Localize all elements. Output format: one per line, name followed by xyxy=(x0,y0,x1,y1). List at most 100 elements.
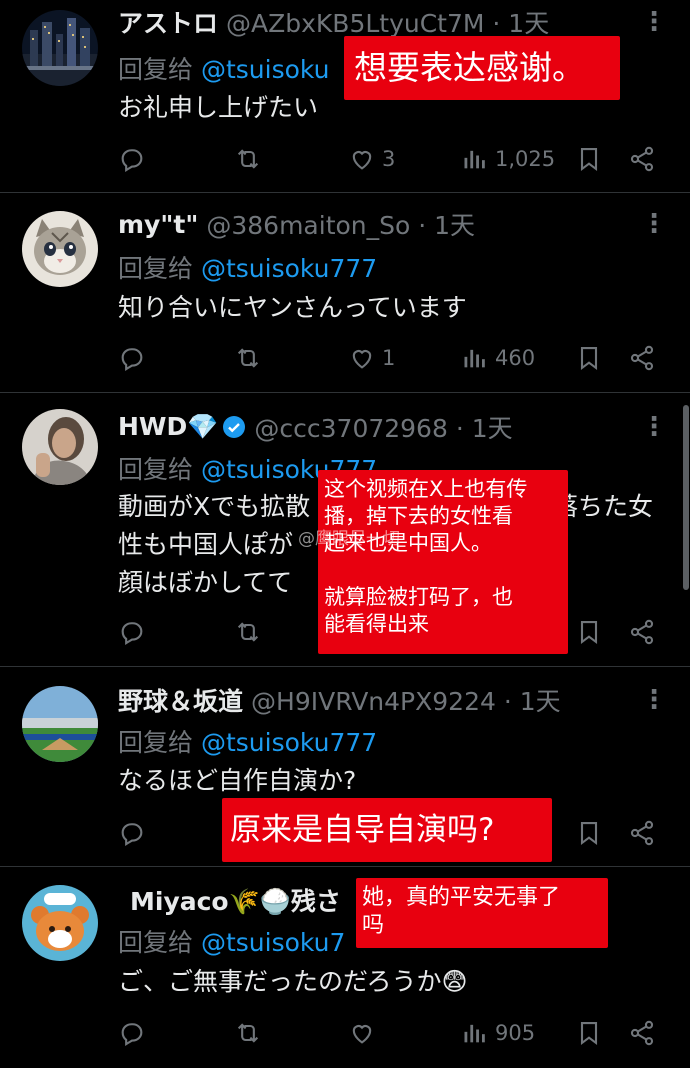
views-button[interactable]: 1,025 xyxy=(461,139,555,179)
share-button[interactable] xyxy=(628,612,656,652)
reply-button[interactable] xyxy=(118,1013,146,1053)
more-icon[interactable]: ⋮ xyxy=(640,206,668,242)
like-icon xyxy=(352,151,372,170)
bookmark-icon xyxy=(580,347,598,371)
tweet-actions: 1 460 xyxy=(0,338,690,378)
reply-prefix: 回复给 xyxy=(118,455,201,484)
avatar[interactable] xyxy=(22,885,98,961)
tweet-actions: 905 xyxy=(0,1013,690,1053)
annotation-line: 这个视频在X上也有传 xyxy=(324,477,528,501)
reply-icon xyxy=(121,348,143,371)
reply-icon xyxy=(121,823,143,846)
display-name[interactable]: my"t" xyxy=(118,210,198,239)
share-button[interactable] xyxy=(628,338,656,378)
retweet-button[interactable] xyxy=(234,1013,262,1053)
share-icon xyxy=(630,146,654,172)
retweet-icon xyxy=(237,348,259,368)
share-button[interactable] xyxy=(628,813,656,853)
annotation-thanks: 想要表达感谢。 xyxy=(344,36,620,100)
reply-icon xyxy=(121,622,143,645)
tweet-header: アストロ @AZbxKB5LtyuCt7M · 1天 xyxy=(118,4,549,40)
views-icon xyxy=(464,349,485,368)
display-name[interactable]: HWD💎 xyxy=(118,412,218,442)
share-button[interactable] xyxy=(628,139,656,179)
annotation-self-staged: 原来是自导自演吗? xyxy=(222,798,552,862)
tweet-header: my"t" @386maiton_So · 1天 xyxy=(118,206,475,242)
retweet-icon xyxy=(237,149,259,169)
views-icon xyxy=(464,1024,485,1043)
reply-button[interactable] xyxy=(118,612,146,652)
scrollbar-thumb[interactable] xyxy=(683,405,689,590)
view-count: 1,025 xyxy=(495,147,556,171)
text-fragment: 動画がXでも拡散 xyxy=(118,492,311,521)
views-icon xyxy=(464,150,485,169)
text-fragment: 落ちた女 xyxy=(553,492,654,521)
reply-button[interactable] xyxy=(118,813,146,853)
annotation-line: 她，真的平安无事了 xyxy=(362,885,561,910)
like-button[interactable] xyxy=(348,1013,376,1053)
tweet-2[interactable]: my"t" @386maiton_So · 1天 ⋮ 回复给 @tsuisoku… xyxy=(0,194,690,393)
share-icon xyxy=(630,820,654,846)
like-count: 1 xyxy=(382,346,396,370)
mention-link[interactable]: @tsuisoku7 xyxy=(201,928,345,957)
more-icon[interactable]: ⋮ xyxy=(640,682,668,718)
bookmark-button[interactable] xyxy=(575,338,603,378)
mention-link[interactable]: @tsuisoku777 xyxy=(201,254,377,283)
annotation-line: 就算脸被打码了，也 xyxy=(324,585,513,609)
display-name[interactable]: Miyaco🌾🍚残さ xyxy=(130,882,341,918)
reply-prefix: 回复给 xyxy=(118,254,201,283)
tweet-text: ご、ご無事だったのだろうか😨 xyxy=(118,967,468,996)
retweet-button[interactable] xyxy=(234,338,262,378)
bookmark-button[interactable] xyxy=(575,139,603,179)
bookmark-button[interactable] xyxy=(575,813,603,853)
annotation-video-spread: 这个视频在X上也有传 播，掉下去的女性看 起来也是中国人。 就算脸被打码了，也 … xyxy=(318,470,568,654)
more-icon[interactable]: ⋮ xyxy=(640,409,668,445)
reply-icon xyxy=(121,149,143,172)
share-icon xyxy=(630,345,654,371)
annotation-line: 能看得出来 xyxy=(324,612,429,636)
tweet-actions: 3 1,025 xyxy=(0,139,690,179)
tweet-header: 野球＆坂道 @H9IVRVn4PX9224 · 1天 xyxy=(118,682,561,718)
reply-button[interactable] xyxy=(118,139,146,179)
reply-prefix: 回复给 xyxy=(118,728,201,757)
reply-prefix: 回复给 xyxy=(118,928,201,957)
views-button[interactable]: 460 xyxy=(461,338,535,378)
bookmark-icon xyxy=(580,822,598,846)
reply-icon xyxy=(121,1023,143,1046)
share-button[interactable] xyxy=(628,1013,656,1053)
avatar[interactable] xyxy=(22,10,98,86)
handle-and-time[interactable]: @ccc37072968 · 1天 xyxy=(254,409,512,445)
retweet-icon xyxy=(237,622,259,642)
display-name[interactable]: 野球＆坂道 xyxy=(118,682,243,718)
handle-and-time[interactable]: @386maiton_So · 1天 xyxy=(206,206,475,242)
annotation-line xyxy=(324,557,562,584)
display-name[interactable]: アストロ xyxy=(118,4,218,40)
bookmark-button[interactable] xyxy=(575,612,603,652)
share-icon xyxy=(630,619,654,645)
handle-and-time[interactable]: @H9IVRVn4PX9224 · 1天 xyxy=(251,682,561,718)
retweet-button[interactable] xyxy=(234,139,262,179)
bookmark-button[interactable] xyxy=(575,1013,603,1053)
retweet-button[interactable] xyxy=(234,612,262,652)
views-button[interactable]: 905 xyxy=(461,1013,535,1053)
avatar[interactable] xyxy=(22,409,98,485)
watermark: @鹰眼尽一切 xyxy=(298,529,400,549)
handle-and-time[interactable]: @AZbxKB5LtyuCt7M · 1天 xyxy=(226,4,549,40)
reply-prefix: 回复给 xyxy=(118,55,201,84)
reply-context: 回复给 @tsuisoku777 xyxy=(118,723,377,759)
mention-link[interactable]: @tsuisoku xyxy=(201,55,330,84)
retweet-icon xyxy=(237,1023,259,1043)
bookmark-icon xyxy=(580,621,598,645)
like-button[interactable]: 3 xyxy=(348,139,395,179)
avatar[interactable] xyxy=(22,686,98,762)
more-icon[interactable]: ⋮ xyxy=(640,4,668,40)
avatar[interactable] xyxy=(22,211,98,287)
like-button[interactable]: 1 xyxy=(348,338,395,378)
reply-context: 回复给 @tsuisoku777 xyxy=(118,249,377,285)
view-count: 460 xyxy=(495,346,536,370)
view-count: 905 xyxy=(495,1021,536,1045)
tweet-text: 知り合いにヤンさんっています xyxy=(118,293,467,322)
reply-button[interactable] xyxy=(118,338,146,378)
mention-link[interactable]: @tsuisoku777 xyxy=(201,728,377,757)
tweet-text: なるほど自作自演か? xyxy=(118,766,357,795)
